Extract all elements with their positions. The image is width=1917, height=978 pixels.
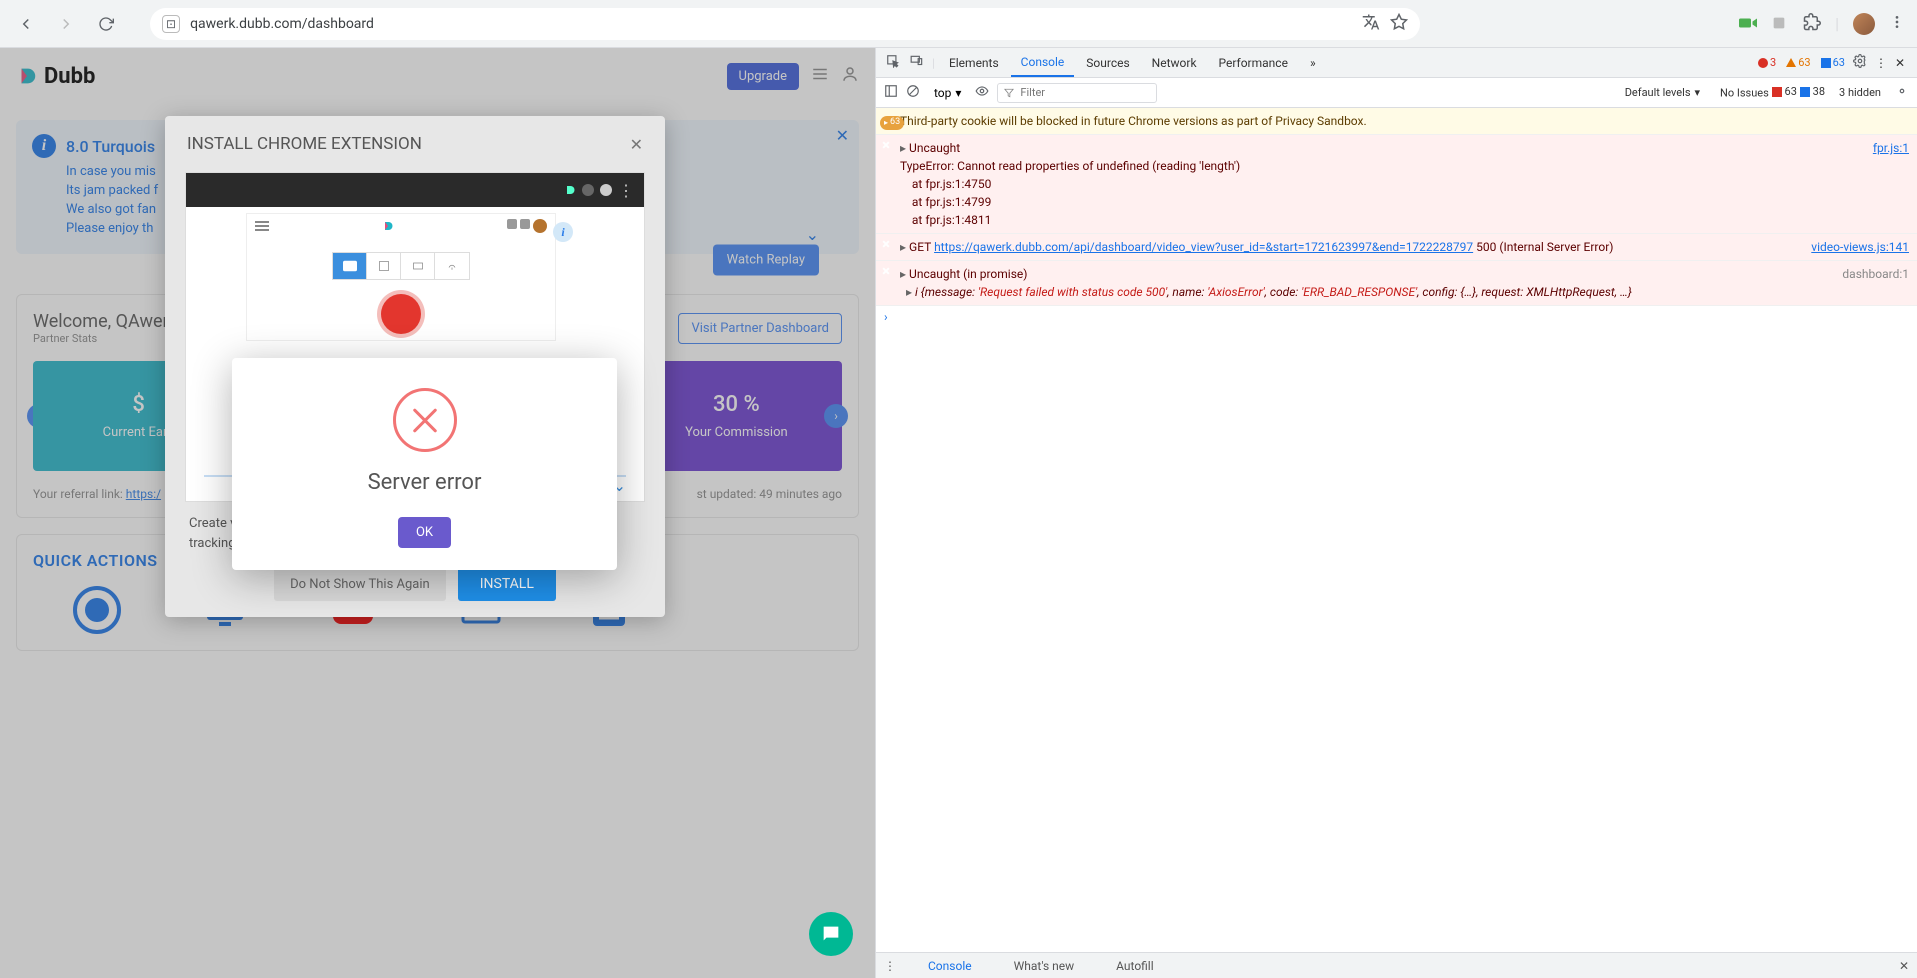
error-dialog: Server error OK xyxy=(232,358,617,570)
console-error[interactable]: ▸Uncaught (in promise) ▸i {message: 'Req… xyxy=(876,261,1917,306)
browser-toolbar-right: | xyxy=(1739,13,1905,35)
inspect-icon[interactable] xyxy=(882,54,904,71)
tab-network[interactable]: Network xyxy=(1142,48,1207,77)
filter-placeholder: Filter xyxy=(1020,86,1045,99)
device-icon[interactable] xyxy=(906,54,928,71)
browser-chrome: ⊡ qawerk.dubb.com/dashboard | xyxy=(0,0,1917,48)
source-link[interactable]: dashboard:1 xyxy=(1832,265,1909,301)
extensions-icon[interactable] xyxy=(1803,13,1821,35)
close-icon[interactable]: ✕ xyxy=(630,135,643,154)
drawer-tab-autofill[interactable]: Autofill xyxy=(1106,953,1164,978)
drawer-tab-console[interactable]: Console xyxy=(918,953,982,978)
camera-ext-icon[interactable] xyxy=(1739,15,1757,33)
tab-more[interactable]: » xyxy=(1300,48,1326,77)
url-bar[interactable]: ⊡ qawerk.dubb.com/dashboard xyxy=(150,8,1420,40)
site-info-icon[interactable]: ⊡ xyxy=(162,15,180,33)
drawer-menu-icon[interactable]: ⋮ xyxy=(884,959,896,973)
hidden-count[interactable]: 3 hidden xyxy=(1839,86,1881,99)
console-log: 63 Third-party cookie will be blocked in… xyxy=(876,108,1917,952)
translate-icon[interactable] xyxy=(1362,13,1380,35)
error-title: Server error xyxy=(252,470,597,495)
source-link[interactable]: video-views.js:141 xyxy=(1801,238,1909,256)
drawer-close-icon[interactable]: ✕ xyxy=(1899,959,1909,973)
ext-icon-2[interactable] xyxy=(1771,15,1789,33)
devtools-close-icon[interactable]: ✕ xyxy=(1889,56,1911,70)
install-button[interactable]: INSTALL xyxy=(458,567,556,601)
error-icon xyxy=(393,388,457,452)
console-prompt[interactable]: › xyxy=(876,306,1917,328)
page-viewport: Dubb Upgrade i8.0 Turquois In case you m… xyxy=(0,48,875,978)
source-link[interactable]: fpr.js:1 xyxy=(1863,139,1909,229)
devtools-drawer: ⋮ Console What's new Autofill ✕ xyxy=(876,952,1917,978)
filter-input[interactable]: Filter xyxy=(997,83,1157,103)
console-warning[interactable]: 63 Third-party cookie will be blocked in… xyxy=(876,108,1917,135)
console-error[interactable]: ▸GET https://qawerk.dubb.com/api/dashboa… xyxy=(876,234,1917,261)
gear-icon[interactable] xyxy=(1895,84,1909,101)
issues-count[interactable]: No Issues 63 38 xyxy=(1720,85,1825,100)
profile-avatar[interactable] xyxy=(1853,13,1875,35)
live-expression-icon[interactable] xyxy=(975,84,989,101)
kebab-icon[interactable]: ⋮ xyxy=(1875,56,1887,70)
ok-button[interactable]: OK xyxy=(398,517,451,548)
devtools-panel: | Elements Console Sources Network Perfo… xyxy=(875,48,1917,978)
bookmark-icon[interactable] xyxy=(1390,13,1408,35)
context-select[interactable]: top ▾ xyxy=(928,84,967,102)
request-url-link[interactable]: https://qawerk.dubb.com/api/dashboard/vi… xyxy=(934,240,1473,254)
do-not-show-button[interactable]: Do Not Show This Again xyxy=(274,567,446,601)
clear-console-icon[interactable] xyxy=(906,84,920,101)
sidebar-toggle-icon[interactable] xyxy=(884,84,898,101)
log-levels-select[interactable]: Default levels ▾ xyxy=(1619,84,1706,101)
chat-widget[interactable] xyxy=(809,912,853,956)
tab-elements[interactable]: Elements xyxy=(939,48,1009,77)
devtools-tabs: | Elements Console Sources Network Perfo… xyxy=(876,48,1917,78)
tab-performance[interactable]: Performance xyxy=(1209,48,1298,77)
console-error[interactable]: ▸Uncaught TypeError: Cannot read propert… xyxy=(876,135,1917,234)
gear-icon[interactable] xyxy=(1847,54,1873,71)
drawer-tab-whatsnew[interactable]: What's new xyxy=(1004,953,1085,978)
tab-sources[interactable]: Sources xyxy=(1076,48,1139,77)
warning-text: Third-party cookie will be blocked in fu… xyxy=(900,112,1909,130)
devtools-counts[interactable]: 3 63 63 xyxy=(1758,56,1845,69)
url-text: qawerk.dubb.com/dashboard xyxy=(190,16,374,32)
install-modal-title: INSTALL CHROME EXTENSION xyxy=(187,134,422,154)
console-toolbar: top ▾ Filter Default levels ▾ No Issues … xyxy=(876,78,1917,108)
chrome-menu-icon[interactable] xyxy=(1889,14,1905,34)
tab-console[interactable]: Console xyxy=(1011,48,1075,77)
reload-button[interactable] xyxy=(92,10,120,38)
back-button[interactable] xyxy=(12,10,40,38)
forward-button[interactable] xyxy=(52,10,80,38)
